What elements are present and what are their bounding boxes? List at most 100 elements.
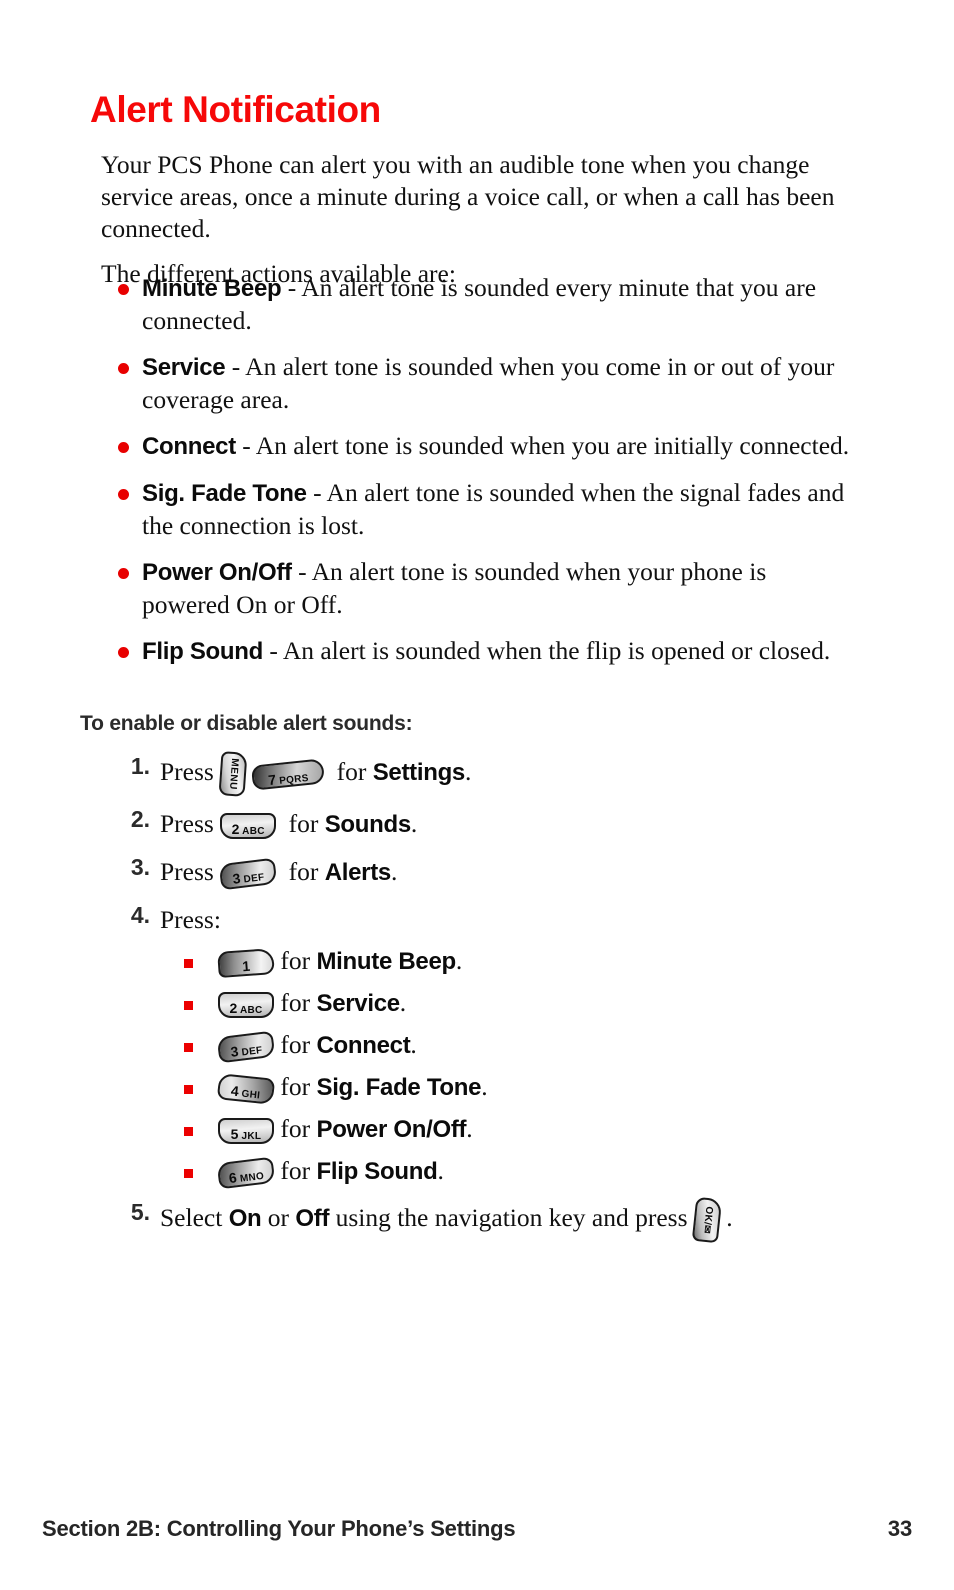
number-key-2-icon[interactable]: 2 ABC bbox=[220, 813, 277, 840]
alert-action-term: Power On/Off bbox=[142, 559, 292, 586]
substep-end: . bbox=[399, 988, 407, 1017]
step-mid: for bbox=[282, 857, 325, 886]
alert-action-term: Connect bbox=[142, 433, 236, 460]
conjunction: or bbox=[261, 1202, 296, 1232]
substep-target: Service bbox=[316, 990, 400, 1017]
step-end: . bbox=[390, 857, 398, 886]
red-dot-bullet-icon bbox=[118, 489, 129, 500]
procedure-step: 3. Press 3 DEF for Alerts. bbox=[0, 853, 954, 892]
red-square-bullet-icon bbox=[184, 1085, 193, 1094]
step-lead: Press bbox=[160, 756, 221, 786]
step-number: 5. bbox=[130, 1199, 150, 1225]
substep-item: 5 JKL for Power On/Off. bbox=[160, 1112, 954, 1147]
step-lead: Press bbox=[160, 857, 221, 886]
substep-mid: for bbox=[274, 1072, 317, 1101]
number-key-4-icon[interactable]: 4 GHI bbox=[216, 1073, 276, 1105]
step-number: 4. bbox=[130, 902, 150, 928]
footer-section-label: Section 2B: Controlling Your Phone’s Set… bbox=[42, 1516, 516, 1541]
step-end: . bbox=[464, 756, 472, 786]
step-number: 3. bbox=[130, 854, 150, 880]
alert-action-term: Minute Beep bbox=[142, 275, 282, 302]
alert-action-item: Minute Beep - An alert tone is sounded e… bbox=[0, 272, 954, 337]
red-dot-bullet-icon bbox=[118, 568, 129, 579]
ok-message-key-icon[interactable]: OK/✉ bbox=[691, 1196, 723, 1244]
step-target: Settings bbox=[372, 758, 466, 786]
substep-target: Connect bbox=[316, 1032, 411, 1059]
alert-action-text: Power On/Off - An alert tone is sounded … bbox=[142, 556, 856, 621]
intro-paragraph-1: Your PCS Phone can alert you with an aud… bbox=[101, 149, 835, 243]
substep-mid: for bbox=[274, 1030, 317, 1059]
substep-end: . bbox=[437, 1156, 444, 1185]
substep-mid: for bbox=[274, 988, 317, 1017]
page-title: Alert Notification bbox=[90, 88, 381, 130]
procedure-steps: 1. Press MENU 7 PQRS for Settings. 2. Press … bbox=[0, 751, 954, 1251]
red-dot-bullet-icon bbox=[118, 363, 129, 374]
alert-action-item: Connect - An alert tone is sounded when … bbox=[0, 430, 954, 463]
substep-item: 6 MNO for Flip Sound. bbox=[160, 1154, 954, 1190]
key-label: MENU bbox=[227, 757, 241, 791]
substep-end: . bbox=[466, 1114, 473, 1143]
alert-action-description: - An alert tone is sounded when you come… bbox=[142, 352, 835, 414]
step-mid: for bbox=[282, 809, 325, 838]
red-dot-bullet-icon bbox=[118, 442, 129, 453]
substep-target: Power On/Off bbox=[316, 1116, 467, 1143]
substep-item: 4 GHI for Sig. Fade Tone. bbox=[160, 1070, 954, 1105]
substep-mid: for bbox=[274, 1156, 317, 1185]
number-key-6-icon[interactable]: 6 MNO bbox=[216, 1156, 276, 1190]
procedure-step: 5. Select On or Off using the navigation … bbox=[0, 1196, 954, 1244]
key-label: 3 DEF bbox=[231, 870, 266, 887]
alert-action-term: Sig. Fade Tone bbox=[142, 480, 307, 507]
substep-item: 2 ABC for Service. bbox=[160, 986, 954, 1021]
number-key-5-icon[interactable]: 5 JKL bbox=[218, 1118, 274, 1145]
option-off: Off bbox=[295, 1204, 330, 1232]
menu-key-icon[interactable]: MENU bbox=[218, 751, 248, 797]
substep-mid: for bbox=[274, 1114, 317, 1143]
alert-action-item: Flip Sound - An alert is sounded when th… bbox=[0, 635, 954, 668]
procedure-step: 4. Press: 1 for Minute Beep. 2 ABC for Ser… bbox=[0, 901, 954, 1190]
step-body: Press: bbox=[160, 901, 954, 939]
step-body: Select On or Off using the navigation ke… bbox=[160, 1196, 954, 1244]
alert-action-text: Sig. Fade Tone - An alert tone is sounde… bbox=[142, 477, 856, 542]
key-label: 7 PQRS bbox=[267, 770, 310, 788]
red-dot-bullet-icon bbox=[118, 284, 129, 295]
red-square-bullet-icon bbox=[184, 959, 193, 968]
substep-end: . bbox=[455, 946, 463, 975]
step-target: Alerts bbox=[324, 859, 392, 886]
step-lead: Select bbox=[160, 1202, 229, 1232]
red-square-bullet-icon bbox=[184, 1127, 193, 1136]
number-key-1-icon[interactable]: 1 bbox=[217, 948, 275, 979]
page-footer: Section 2B: Controlling Your Phone’s Set… bbox=[42, 1516, 912, 1542]
option-on: On bbox=[228, 1204, 262, 1232]
key-label: OK/✉ bbox=[700, 1205, 715, 1235]
alert-action-item: Service - An alert tone is sounded when … bbox=[0, 351, 954, 416]
alert-key-substeps: 1 for Minute Beep. 2 ABC for Service. 3 DE… bbox=[160, 944, 954, 1190]
red-dot-bullet-icon bbox=[118, 647, 129, 658]
substep-item: 1 for Minute Beep. bbox=[160, 944, 954, 979]
alert-action-description: - An alert is sounded when the flip is o… bbox=[262, 636, 831, 665]
substep-end: . bbox=[481, 1072, 488, 1101]
substep-target: Flip Sound bbox=[316, 1158, 438, 1185]
red-square-bullet-icon bbox=[184, 1001, 193, 1010]
red-square-bullet-icon bbox=[184, 1169, 193, 1178]
number-key-3-icon[interactable]: 3 DEF bbox=[216, 1030, 276, 1064]
key-label: 5 JKL bbox=[230, 1126, 262, 1143]
alert-action-term: Flip Sound bbox=[142, 638, 263, 665]
key-label: 2 ABC bbox=[231, 821, 265, 838]
footer-page-number: 33 bbox=[887, 1516, 912, 1541]
step-number: 1. bbox=[130, 753, 150, 779]
number-key-7-icon[interactable]: 7 PQRS bbox=[251, 757, 326, 791]
alert-action-text: Service - An alert tone is sounded when … bbox=[142, 351, 856, 416]
key-label: 3 DEF bbox=[229, 1043, 264, 1060]
step-target: Sounds bbox=[324, 811, 412, 838]
step-tail: using the navigation key and press bbox=[329, 1202, 694, 1232]
number-key-3-icon[interactable]: 3 DEF bbox=[218, 857, 278, 891]
number-key-2-icon[interactable]: 2 ABC bbox=[218, 992, 274, 1019]
key-label: 1 bbox=[241, 957, 251, 975]
alert-action-term: Service bbox=[142, 354, 226, 381]
procedure-heading: To enable or disable alert sounds: bbox=[80, 712, 413, 735]
alert-action-item: Power On/Off - An alert tone is sounded … bbox=[0, 556, 954, 621]
step-body: Press 2 ABC for Sounds. bbox=[160, 805, 954, 844]
alert-action-item: Sig. Fade Tone - An alert tone is sounde… bbox=[0, 477, 954, 542]
step-lead: Press bbox=[160, 809, 221, 838]
step-mid: for bbox=[330, 756, 373, 786]
